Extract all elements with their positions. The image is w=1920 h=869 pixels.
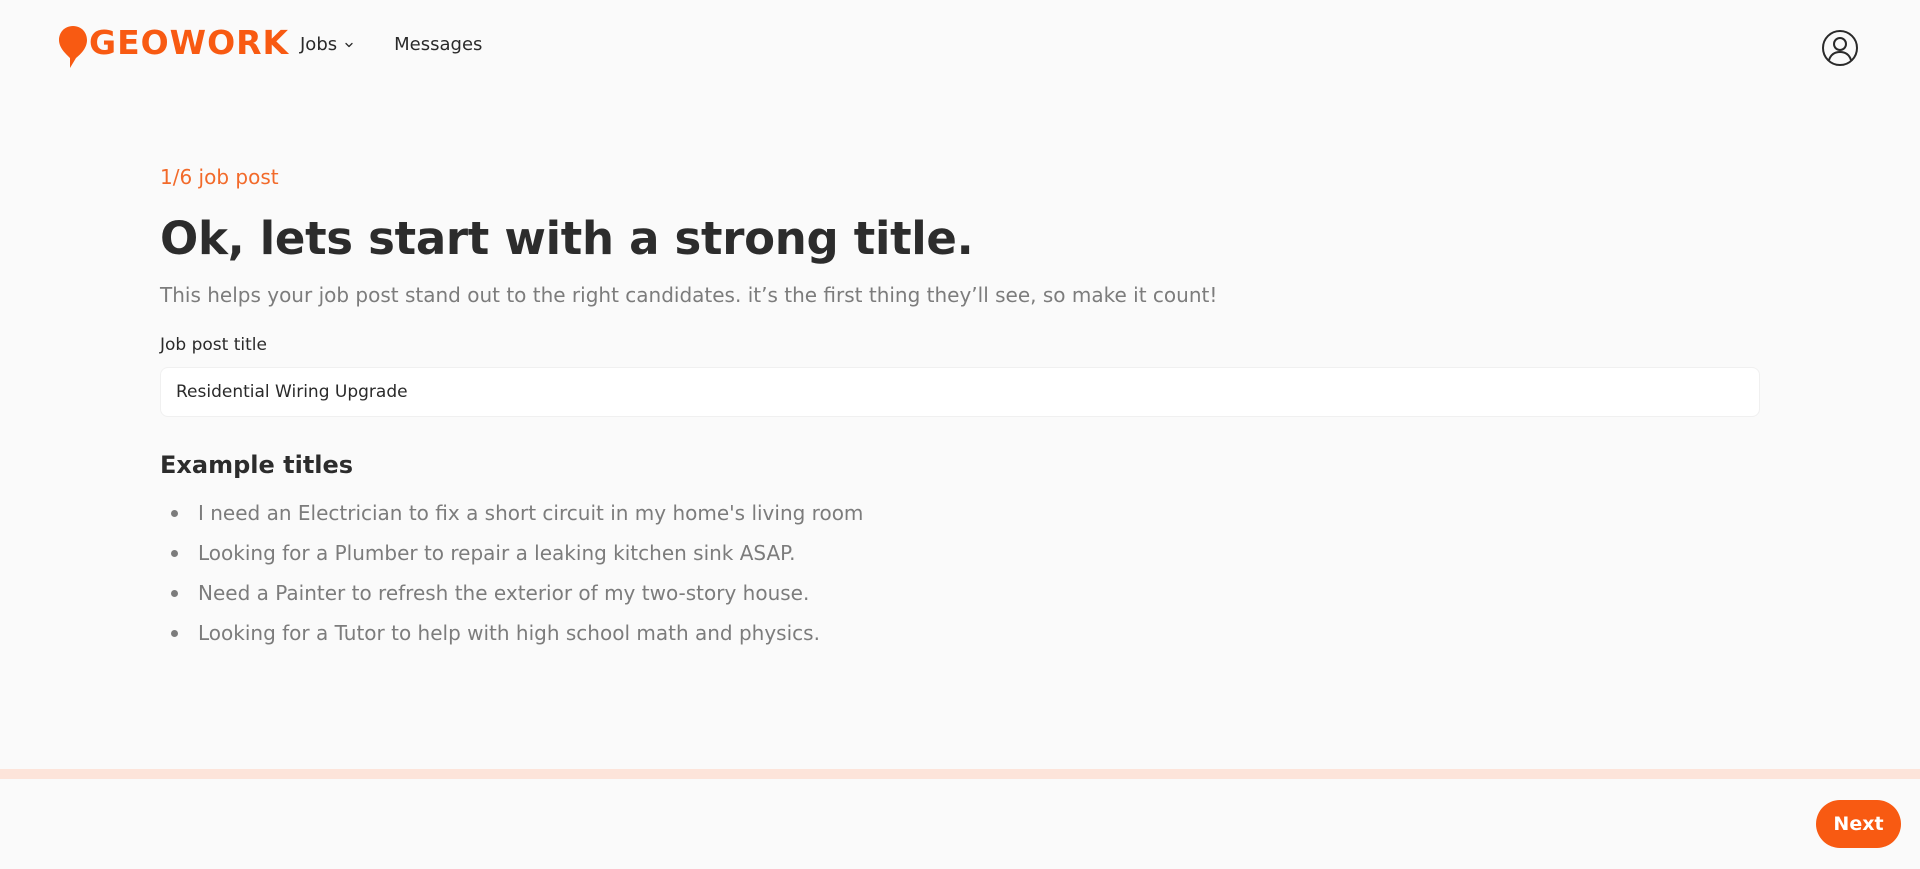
footer-divider: [0, 769, 1920, 779]
chevron-down-icon: [345, 42, 353, 47]
page-title: Ok, lets start with a strong title.: [160, 212, 974, 265]
job-title-label: Job post title: [160, 335, 267, 355]
list-item: Need a Painter to refresh the exterior o…: [160, 573, 1760, 613]
nav-messages[interactable]: Messages: [394, 34, 482, 55]
nav-jobs-label: Jobs: [300, 34, 338, 55]
logo-text: GEOWORK: [89, 23, 290, 62]
page: GEOWORK Jobs Messages 1/6 job post Ok, l…: [0, 0, 1920, 869]
top-header: GEOWORK Jobs Messages: [0, 0, 1920, 96]
example-titles-list: I need an Electrician to fix a short cir…: [160, 493, 1760, 653]
footer-bar: Next: [0, 779, 1920, 869]
nav-messages-label: Messages: [394, 34, 483, 55]
next-button[interactable]: Next: [1816, 800, 1901, 848]
list-item: Looking for a Tutor to help with high sc…: [160, 613, 1760, 653]
list-item: Looking for a Plumber to repair a leakin…: [160, 533, 1760, 573]
page-subtitle: This helps your job post stand out to th…: [160, 283, 1218, 307]
job-post-form: 1/6 job post Ok, lets start with a stron…: [160, 160, 1760, 653]
user-circle-icon[interactable]: [1821, 29, 1859, 67]
examples-heading: Example titles: [160, 451, 354, 479]
geowork-logo[interactable]: GEOWORK: [58, 24, 289, 70]
job-title-input[interactable]: [160, 367, 1760, 417]
map-pin-icon: [59, 26, 87, 68]
nav-jobs[interactable]: Jobs: [300, 34, 354, 55]
list-item: I need an Electrician to fix a short cir…: [160, 493, 1760, 533]
main-nav: Jobs Messages: [300, 34, 482, 55]
step-indicator: 1/6 job post: [160, 165, 279, 189]
